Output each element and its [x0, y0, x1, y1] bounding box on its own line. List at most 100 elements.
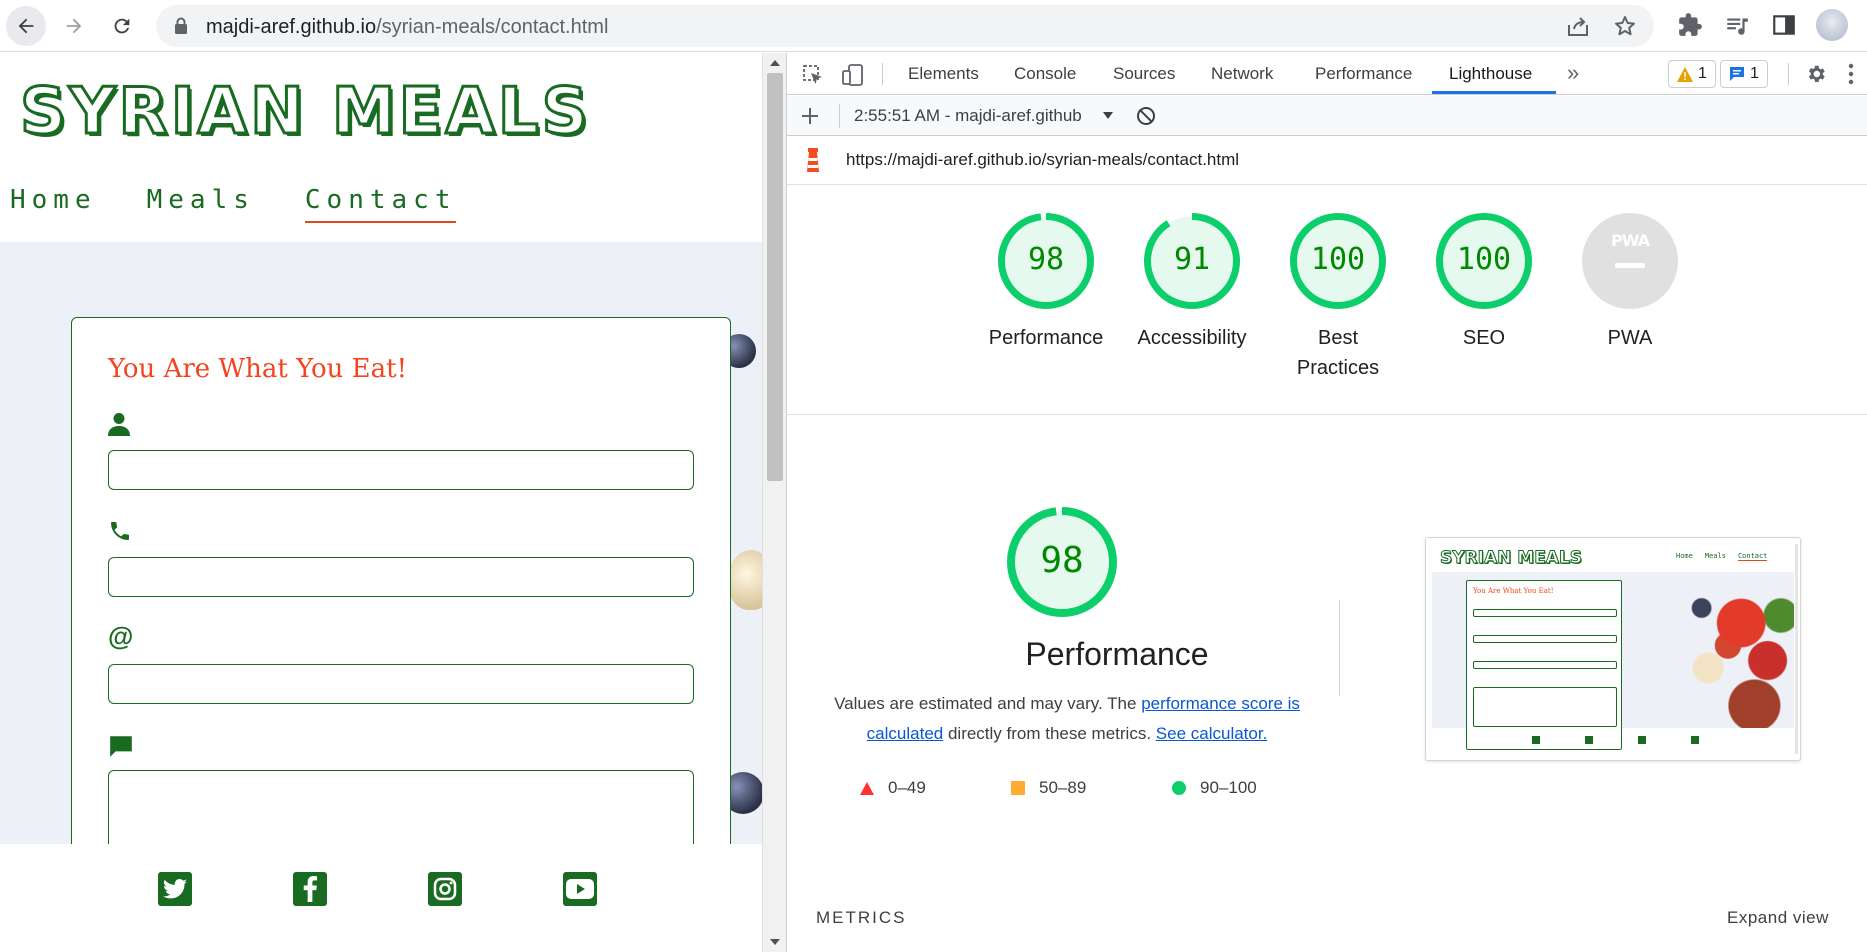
tab-lighthouse[interactable]: Lighthouse	[1449, 64, 1532, 84]
gauge-label-line: Best	[1317, 327, 1359, 349]
url-path: /syrian-meals/contact.html	[376, 16, 609, 38]
desc-middle: directly from these metrics.	[943, 724, 1156, 743]
performance-title: Performance	[1025, 636, 1209, 672]
legend-fail-range: 0–49	[888, 778, 926, 797]
legend-average: 50–89	[1011, 778, 1086, 798]
legend-fail: 0–49	[860, 778, 926, 798]
email-field[interactable]	[108, 664, 694, 704]
gauge-score-performance: 98	[1027, 242, 1065, 277]
profile-avatar[interactable]	[1816, 9, 1848, 41]
gauge-ring	[1582, 213, 1678, 309]
add-report-icon[interactable]	[801, 107, 819, 125]
thumb-field	[1473, 609, 1617, 617]
device-toolbar-icon[interactable]	[841, 63, 865, 87]
extensions-icon[interactable]	[1677, 12, 1703, 38]
nav-meals[interactable]: Meals	[147, 185, 255, 223]
performance-gauge-large: 98	[1007, 507, 1117, 617]
contact-form: You Are What You Eat! @	[71, 317, 731, 860]
gauge-best-practices[interactable]: 100	[1290, 213, 1386, 309]
inspect-element-icon[interactable]	[802, 64, 824, 86]
toolbar-divider	[1788, 63, 1789, 85]
person-icon	[108, 413, 130, 436]
address-bar[interactable]: majdi-aref.github.io/syrian-meals/contac…	[156, 5, 1654, 47]
warnings-badge[interactable]: 1	[1668, 60, 1716, 88]
back-arrow-icon	[18, 18, 34, 34]
tab-sources[interactable]: Sources	[1113, 64, 1175, 84]
instagram-icon	[433, 877, 457, 901]
back-button[interactable]	[6, 6, 46, 46]
tab-elements[interactable]: Elements	[908, 64, 979, 84]
kebab-menu-icon[interactable]	[1847, 63, 1855, 85]
dropdown-arrow-icon[interactable]	[1103, 112, 1113, 119]
thumb-field	[1473, 661, 1617, 669]
final-screenshot-thumbnail[interactable]: SYRIAN MEALS Home Meals Contact You Are …	[1425, 537, 1801, 761]
media-icon[interactable]	[1724, 12, 1750, 38]
settings-gear-icon[interactable]	[1805, 63, 1827, 85]
triangle-icon	[860, 781, 874, 795]
expand-view-toggle[interactable]: Expand view	[1727, 908, 1829, 928]
name-field[interactable]	[108, 450, 694, 490]
audited-url[interactable]: https://majdi-aref.github.io/syrian-meal…	[846, 150, 1239, 170]
browser-toolbar: majdi-aref.github.io/syrian-meals/contac…	[0, 0, 1867, 52]
tab-performance[interactable]: Performance	[1315, 64, 1412, 84]
tab-console[interactable]: Console	[1014, 64, 1076, 84]
sidepanel-icon[interactable]	[1771, 12, 1797, 38]
clear-block-icon[interactable]	[1136, 106, 1156, 126]
gauge-accessibility[interactable]: 91	[1144, 213, 1240, 309]
tab-network[interactable]: Network	[1211, 64, 1273, 84]
gauge-seo[interactable]: 100	[1436, 213, 1532, 309]
report-selector[interactable]: 2:55:51 AM - majdi-aref.github	[854, 106, 1102, 126]
site-logo[interactable]: SYRIAN MEALS	[19, 74, 591, 151]
facebook-icon	[303, 876, 318, 902]
thumb-form: You Are What You Eat!	[1466, 580, 1622, 750]
message-icon	[1730, 67, 1744, 81]
twitter-icon	[163, 878, 187, 899]
legend-pass: 90–100	[1172, 778, 1257, 798]
metrics-heading: METRICS	[816, 908, 907, 927]
share-icon[interactable]	[1566, 15, 1590, 37]
scroll-down-arrow[interactable]	[770, 939, 780, 945]
scrollbar-thumb[interactable]	[767, 73, 783, 481]
instagram-link[interactable]	[428, 872, 462, 906]
page-scrollbar[interactable]	[762, 53, 786, 952]
devtools-panel: Elements Console Sources Network Perform…	[786, 53, 1867, 952]
gauge-pwa[interactable]: PWA	[1582, 213, 1678, 309]
thumb-social-icon	[1691, 736, 1699, 744]
nav-contact[interactable]: Contact	[304, 185, 457, 223]
lighthouse-toolbar: 2:55:51 AM - majdi-aref.github	[787, 96, 1867, 136]
lock-icon[interactable]	[174, 17, 188, 35]
forward-arrow-icon	[66, 18, 82, 34]
twitter-link[interactable]	[158, 872, 192, 906]
gauge-label-line: Practices	[1296, 357, 1380, 379]
thumb-nav: Home Meals Contact	[1676, 552, 1768, 561]
gauge-score-seo: 100	[1456, 242, 1512, 277]
site-footer	[0, 844, 762, 952]
warning-icon	[1677, 66, 1693, 82]
url-text[interactable]: majdi-aref.github.io/syrian-meals/contac…	[206, 16, 608, 39]
site-nav: Home Meals Contact	[10, 185, 506, 223]
thumb-social-icon	[1532, 736, 1540, 744]
thumb-social-icon	[1638, 736, 1646, 744]
youtube-link[interactable]	[563, 872, 597, 906]
see-calculator-link[interactable]: See calculator.	[1156, 724, 1268, 743]
gauge-label-seo: SEO	[1462, 327, 1506, 349]
messages-badge[interactable]: 1	[1720, 60, 1768, 88]
site-viewport: SYRIAN MEALS Home Meals Contact You Are …	[0, 53, 762, 952]
reload-button[interactable]	[102, 6, 142, 46]
nav-home[interactable]: Home	[10, 185, 97, 223]
phone-field[interactable]	[108, 557, 694, 597]
gauge-label-pwa: PWA	[1607, 327, 1653, 349]
thumb-field	[1473, 687, 1617, 727]
forward-button[interactable]	[54, 6, 94, 46]
star-icon[interactable]	[1613, 14, 1637, 38]
phone-icon	[111, 522, 129, 540]
facebook-link[interactable]	[293, 872, 327, 906]
scroll-up-arrow[interactable]	[770, 60, 780, 66]
more-tabs-button[interactable]: »	[1567, 60, 1579, 86]
gauge-performance[interactable]: 98	[998, 213, 1094, 309]
thumb-social-icon	[1585, 736, 1593, 744]
thumb-form-title: You Are What You Eat!	[1473, 587, 1554, 595]
garlic-image	[728, 550, 762, 610]
thumb-food-image	[1662, 578, 1794, 728]
section-divider	[787, 414, 1867, 415]
